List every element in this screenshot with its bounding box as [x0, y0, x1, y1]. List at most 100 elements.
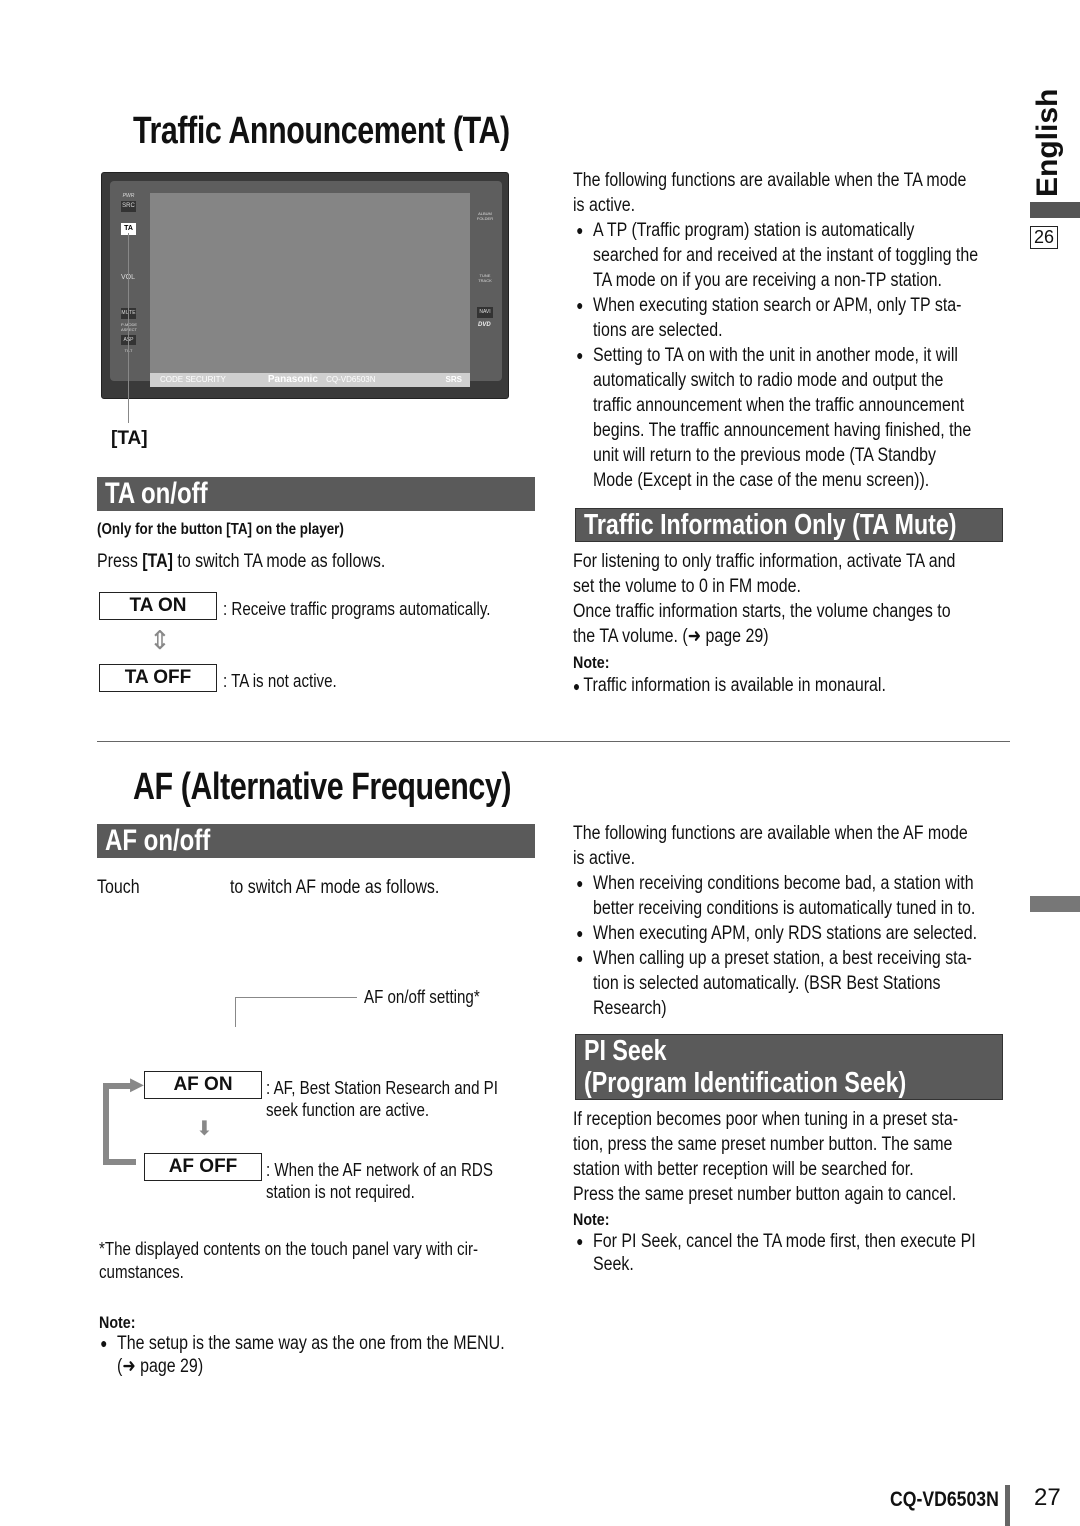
- text-line: (➜ page 29): [117, 1356, 204, 1377]
- ta-mute-note: ● Traffic information is available in mo…: [573, 675, 886, 696]
- device-src-button: SRC: [121, 201, 136, 212]
- text-line: The setup is the same way as the one fro…: [117, 1333, 505, 1354]
- page-number-left: 26: [1030, 226, 1058, 249]
- text-line: station with better reception will be se…: [573, 1159, 914, 1180]
- device-navi-button: NAVI: [477, 307, 493, 318]
- section-divider: [97, 741, 1010, 742]
- pi-note: ● For PI Seek, cancel the TA mode first, …: [576, 1230, 976, 1276]
- language-label: English: [1031, 88, 1064, 197]
- text-line: unit will return to the previous mode (T…: [593, 445, 937, 466]
- ta-bullets: ● A TP (Traffic program) station is autom…: [576, 218, 979, 493]
- ta-callout-label: [TA]: [111, 428, 148, 449]
- text-line: is active.: [573, 195, 636, 216]
- ta-mute-heading: Traffic Information Only (TA Mute): [575, 508, 1003, 542]
- double-arrow-icon: ⇕: [149, 625, 171, 655]
- device-illustration: CODE SECURITY Panasonic CQ-VD6503N SRS P…: [101, 172, 509, 399]
- text-line: tion, press the same preset number butto…: [573, 1134, 953, 1155]
- ta-on-desc: : Receive traffic programs automatically…: [223, 599, 491, 619]
- text-line: For PI Seek, cancel the TA mode first, t…: [593, 1231, 976, 1252]
- bullet-icon: ●: [576, 347, 584, 363]
- text-line: : When the AF network of an RDS: [266, 1160, 493, 1180]
- af-touch-label: Touch: [97, 877, 140, 898]
- pi-seek-heading: PI Seek (Program Identification Seek): [575, 1034, 1003, 1100]
- bullet-icon: ●: [576, 875, 584, 891]
- pi-note-label: Note:: [573, 1210, 610, 1229]
- text-line: begins. The traffic announcement having …: [593, 420, 972, 441]
- af-bullets: ● When receiving conditions become bad, a…: [576, 871, 978, 1021]
- text-line: A TP (Traffic program) station is automa…: [593, 220, 915, 241]
- device-dvd-logo: DVD: [478, 322, 491, 328]
- text-line: set the volume to 0 in FM mode.: [573, 576, 801, 597]
- ta-mute-text: For listening to only traffic informatio…: [573, 549, 955, 649]
- device-album-label: ALBUM FOLDER: [476, 211, 494, 221]
- text-line: : AF, Best Station Research and PI: [266, 1078, 498, 1098]
- arrow-down-icon: ⬇: [196, 1118, 213, 1140]
- bullet-icon: ●: [576, 1233, 584, 1249]
- device-model: CQ-VD6503N: [326, 375, 376, 384]
- device-brand: Panasonic: [267, 374, 318, 385]
- ta-on-box: TA ON: [99, 592, 217, 620]
- af-off-box: AF OFF: [144, 1153, 262, 1181]
- af-footnote: *The displayed contents on the touch pan…: [99, 1238, 478, 1284]
- af-intro: The following functions are available wh…: [573, 821, 968, 871]
- text-line: *The displayed contents on the touch pan…: [99, 1239, 479, 1259]
- ta-onoff-sub: (Only for the button [TA] on the player): [97, 521, 344, 538]
- text-line: the TA volume. (➜ page 29): [573, 626, 769, 647]
- text-line: If reception becomes poor when tuning in…: [573, 1109, 959, 1130]
- af-setting-label: AF on/off setting*: [364, 987, 480, 1007]
- text-line: is active.: [573, 848, 636, 869]
- section-tab-marker: [1030, 896, 1080, 912]
- text-line: Press the same preset number button agai…: [573, 1184, 957, 1205]
- af-touch-rest: to switch AF mode as follows.: [230, 877, 440, 898]
- af-title: AF (Alternative Frequency): [133, 766, 512, 808]
- footer-divider: [1005, 1485, 1010, 1526]
- af-loop-arrow: [103, 1083, 136, 1165]
- text-line: The following functions are available wh…: [573, 823, 968, 844]
- footer-model: CQ-VD6503N: [890, 1488, 999, 1511]
- text-line: When executing station search or APM, on…: [593, 295, 962, 316]
- ta-title: Traffic Announcement (TA): [133, 110, 510, 152]
- bullet-item: ● Setting to TA on with the unit in anoth…: [576, 343, 978, 493]
- af-note: ● The setup is the same way as the one fr…: [100, 1332, 505, 1378]
- bullet-icon: ●: [576, 222, 584, 238]
- af-onoff-heading: AF on/off: [97, 824, 535, 858]
- text-line: For listening to only traffic informatio…: [573, 551, 956, 572]
- text-line: Setting to TA on with the unit in anothe…: [593, 345, 958, 366]
- ta-press-text: Press [TA] to switch TA mode as follows.: [97, 551, 386, 572]
- text-line: tions are selected.: [593, 320, 723, 341]
- bullet-item: ● When calling up a preset station, a bes…: [576, 946, 977, 1021]
- device-tune-label: TUNE TRACK: [478, 273, 492, 283]
- bullet-icon: ●: [576, 925, 584, 941]
- text-line: When executing APM, only RDS stations ar…: [593, 923, 978, 944]
- pi-seek-text: If reception becomes poor when tuning in…: [573, 1107, 958, 1207]
- bullet-item: ● The setup is the same way as the one fr…: [100, 1332, 505, 1378]
- text-line: seek function are active.: [266, 1100, 430, 1120]
- device-pmode-label: P-MODE ASPECT: [121, 322, 137, 332]
- text-line: TA mode on if you are receiving a non-TP…: [593, 270, 942, 291]
- device-srs-logo: SRS: [445, 375, 462, 384]
- footer-page-number: 27: [1034, 1484, 1061, 1511]
- ta-callout-line: [128, 233, 129, 423]
- text-line: automatically switch to radio mode and o…: [593, 370, 944, 391]
- language-tab: English: [1028, 88, 1068, 197]
- language-tab-bar: [1030, 202, 1080, 218]
- ta-off-box: TA OFF: [99, 664, 217, 692]
- ta-off-desc: : TA is not active.: [223, 671, 337, 691]
- bullet-item: ● When executing APM, only RDS stations a…: [576, 921, 978, 946]
- af-off-desc: : When the AF network of an RDS station i…: [266, 1159, 493, 1203]
- bullet-icon: ●: [576, 950, 584, 966]
- bullet-icon: ●: [576, 297, 584, 313]
- device-pwr-label: PWR: [122, 193, 135, 199]
- text-line: Once traffic information starts, the vol…: [573, 601, 951, 622]
- bullet-item: ● For PI Seek, cancel the TA mode first, …: [576, 1230, 976, 1276]
- af-on-box: AF ON: [144, 1071, 262, 1099]
- text-line: station is not required.: [266, 1182, 415, 1202]
- text-line: When receiving conditions become bad, a …: [593, 873, 974, 894]
- text-line: traffic announcement when the traffic an…: [593, 395, 965, 416]
- text-line: The following functions are available wh…: [573, 170, 967, 191]
- text-line: tion is selected automatically. (BSR Bes…: [593, 973, 941, 994]
- bullet-item: ● When executing station search or APM, o…: [576, 293, 978, 343]
- text-line: searched for and received at the instant…: [593, 245, 979, 266]
- text-line: cumstances.: [99, 1262, 184, 1282]
- text-line: When calling up a preset station, a best…: [593, 948, 972, 969]
